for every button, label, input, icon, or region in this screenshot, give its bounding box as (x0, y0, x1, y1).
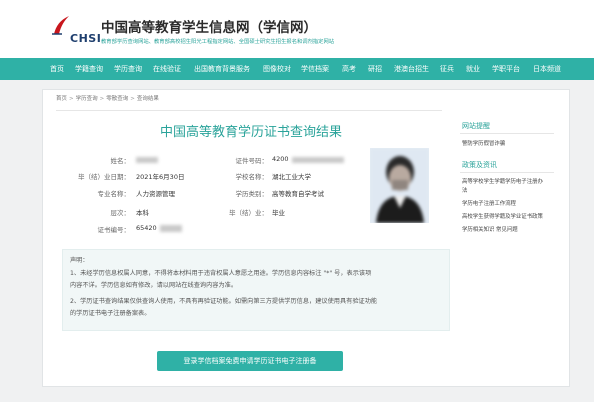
sidebar-reminder-title: 网站提醒 (462, 122, 490, 130)
disclaimer-line-4: 的学历证书电子注册备案表。 (70, 310, 151, 317)
page-title: 中国高等教育学历证书查询结果 (159, 125, 342, 140)
edu-type-label: 学历类别： (235, 190, 269, 198)
site-title: 中国高等教育学生信息网（学信网） (101, 20, 317, 36)
blurred-portrait-icon (370, 148, 429, 223)
sidebar-link-registration-rules[interactable]: 高等学校学生学籍学历电子注册办 (462, 177, 543, 185)
nav-item-home[interactable]: 首页 (50, 58, 64, 80)
disclaimer-heading: 声明： (70, 257, 89, 264)
graduation-date-value: 2021年6月30日 (136, 173, 185, 181)
sidebar-link-registration-rules-cont[interactable]: 法 (462, 186, 467, 194)
sidebar-link-knowledge-faq[interactable]: 学历相关知识 常见问题 (462, 225, 518, 233)
nav-item-career-platform[interactable]: 学职平台 (492, 58, 520, 80)
sidebar-link-policy[interactable]: 高校学生获得学籍及学业证书政策 (462, 212, 543, 220)
nav-item-archive[interactable]: 学信档案 (301, 58, 329, 80)
cert-code-redacted (160, 225, 182, 232)
certificate-no-value: 4200 (272, 155, 289, 163)
nav-item-hmt-admission[interactable]: 港澳台招生 (394, 58, 429, 80)
level-value: 本科 (136, 209, 149, 217)
site-subtitle: 教育部学历查询网站、教育部高校招生阳光工程指定网站、全国硕士研究生招生报名和调剂… (101, 39, 335, 45)
certificate-no-label: 证件号码： (235, 157, 269, 165)
completion-value: 毕业 (272, 209, 285, 217)
disclaimer-line-3: 2、学历证书查询结果仅供查询人使用，不具有再验证功能。如需向第三方提供学历信息，… (70, 298, 378, 305)
nav-item-conscription[interactable]: 征兵 (440, 58, 454, 80)
chsi-logo-icon[interactable] (50, 14, 72, 36)
breadcrumb-current: 查询结果 (136, 96, 159, 102)
major-value: 人力资源管理 (136, 190, 175, 198)
breadcrumb: 首页 > 学历查询 > 零散查询 > 查询结果 (56, 96, 159, 102)
apply-e-registration-button[interactable]: 登录学信档案免费申请学历证书电子注册备 (157, 351, 343, 371)
nav-item-image-check[interactable]: 图像校对 (263, 58, 291, 80)
nav-item-japan-channel[interactable]: 日本频道 (533, 58, 561, 80)
certificate-no-redacted (292, 157, 344, 163)
school-label: 学校名称： (235, 173, 269, 181)
sidebar-divider (460, 172, 554, 173)
name-value-redacted (136, 157, 158, 163)
nav-item-graduate-admission[interactable]: 研招 (368, 58, 382, 80)
logo-text[interactable]: CHSI (70, 32, 101, 45)
completion-label: 毕（结）业： (229, 209, 268, 217)
level-label: 层次： (110, 209, 131, 217)
nav-item-gaokao[interactable]: 高考 (342, 58, 356, 80)
cert-code-label: 证书编号： (97, 226, 131, 234)
name-label: 姓名： (110, 157, 131, 165)
disclaimer-line-2: 内容不详。学历信息如有修改，请以网站在线查询内容为准。 (70, 282, 238, 289)
graduation-date-label: 毕（结）业日期： (78, 173, 130, 181)
breadcrumb-divider (56, 110, 442, 111)
breadcrumb-single-query[interactable]: 零散查询 (106, 96, 128, 102)
disclaimer-line-1: 1、未经学历信息权属人同意，不得将本材料用于违背权属人意愿之用途。学历信息内容标… (70, 270, 372, 277)
cert-code-value: 65420 (136, 224, 157, 232)
nav-item-overseas-service[interactable]: 出国教育背景服务 (194, 58, 250, 80)
breadcrumb-degree-query[interactable]: 学历查询 (76, 96, 98, 102)
sidebar-divider (460, 133, 554, 134)
breadcrumb-home[interactable]: 首页 (56, 96, 67, 102)
nav-item-degree-query[interactable]: 学历查询 (114, 58, 142, 80)
nav-item-employment[interactable]: 就业 (466, 58, 480, 80)
nav-item-enrollment-query[interactable]: 学籍查询 (75, 58, 103, 80)
sidebar-link-fraud-warning[interactable]: 警防学历假冒诈骗 (462, 139, 505, 147)
student-photo (370, 148, 429, 223)
apply-button-label: 登录学信档案免费申请学历证书电子注册备 (183, 357, 317, 365)
nav-item-online-verify[interactable]: 在线验证 (153, 58, 181, 80)
sidebar-policy-title: 政策及资讯 (462, 161, 497, 169)
sidebar-link-registration-process[interactable]: 学历电子注册工作流程 (462, 199, 516, 207)
major-label: 专业名称： (97, 190, 131, 198)
edu-type-value: 高等教育自学考试 (272, 190, 324, 198)
school-value: 湖北工业大学 (272, 173, 311, 181)
